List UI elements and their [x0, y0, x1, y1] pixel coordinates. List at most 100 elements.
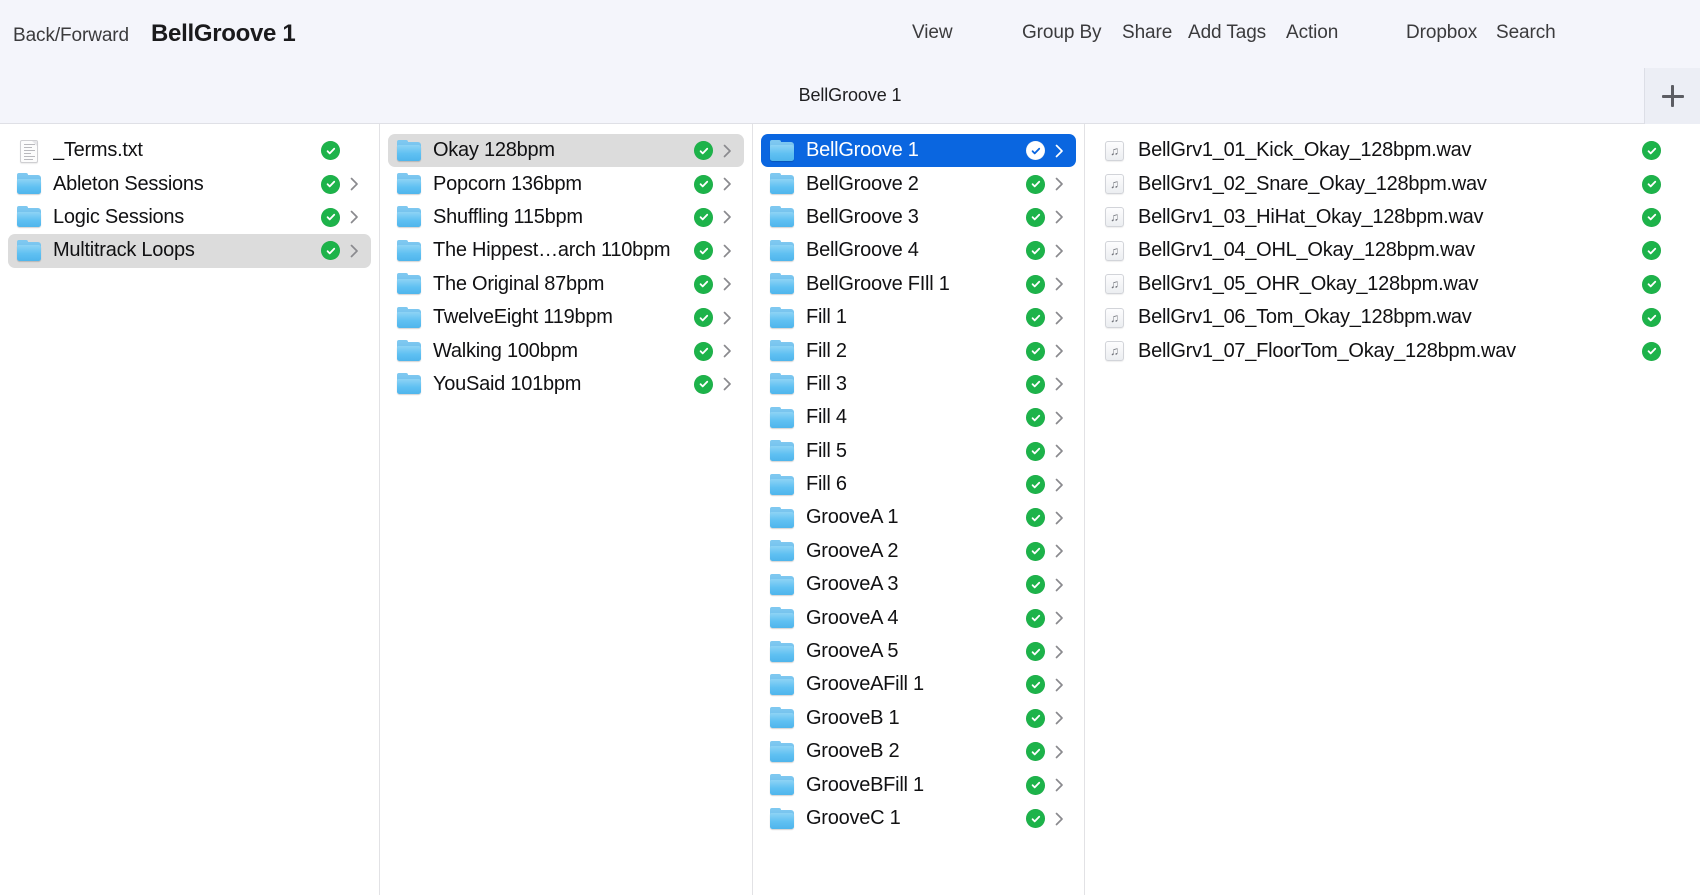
new-tab-button[interactable] — [1644, 68, 1700, 124]
toolbar-action-button[interactable]: Action — [1286, 22, 1338, 44]
chevron-right-icon[interactable] — [1051, 277, 1067, 291]
file-row[interactable]: Logic Sessions — [8, 201, 371, 234]
chevron-right-icon[interactable] — [1051, 544, 1067, 558]
dropbox-synced-check-icon — [1026, 742, 1045, 761]
file-row[interactable]: Fill 5 — [761, 435, 1076, 468]
dropbox-synced-check-icon — [1026, 675, 1045, 694]
file-row[interactable]: Walking 100bpm — [388, 334, 744, 367]
folder-icon — [769, 240, 795, 262]
toolbar-group-by-button[interactable]: Group By — [1022, 22, 1101, 44]
toolbar-add-tags-button[interactable]: Add Tags — [1188, 22, 1266, 44]
file-row[interactable]: GrooveBFill 1 — [761, 768, 1076, 801]
chevron-right-icon[interactable] — [719, 377, 735, 391]
file-row[interactable]: Fill 3 — [761, 368, 1076, 401]
chevron-right-icon[interactable] — [719, 244, 735, 258]
file-row[interactable]: The Original 87bpm — [388, 268, 744, 301]
chevron-right-icon[interactable] — [1051, 244, 1067, 258]
chevron-right-icon[interactable] — [719, 344, 735, 358]
file-row[interactable]: BellGroove FIll 1 — [761, 268, 1076, 301]
file-row[interactable]: GrooveA 4 — [761, 601, 1076, 634]
file-name-label: Fill 6 — [806, 473, 1020, 496]
chevron-right-icon[interactable] — [1051, 678, 1067, 692]
file-row[interactable]: ♫BellGrv1_02_Snare_Okay_128bpm.wav — [1093, 167, 1692, 200]
chevron-right-icon[interactable] — [1051, 377, 1067, 391]
file-row[interactable]: Okay 128bpm — [388, 134, 744, 167]
file-row[interactable]: Fill 6 — [761, 468, 1076, 501]
file-row[interactable]: ♫BellGrv1_01_Kick_Okay_128bpm.wav — [1093, 134, 1692, 167]
file-row[interactable]: Shuffling 115bpm — [388, 201, 744, 234]
toolbar-dropbox-button[interactable]: Dropbox — [1406, 22, 1477, 44]
chevron-right-icon[interactable] — [1051, 344, 1067, 358]
chevron-right-icon[interactable] — [1051, 444, 1067, 458]
toolbar-left-group: Back/Forward BellGroove 1 — [0, 20, 295, 48]
file-row[interactable]: Fill 4 — [761, 401, 1076, 434]
file-row[interactable]: ♫BellGrv1_06_Tom_Okay_128bpm.wav — [1093, 301, 1692, 334]
file-row[interactable]: Ableton Sessions — [8, 167, 371, 200]
file-row[interactable]: ♫BellGrv1_05_OHR_Okay_128bpm.wav — [1093, 268, 1692, 301]
chevron-right-icon[interactable] — [719, 210, 735, 224]
file-row[interactable]: GrooveA 2 — [761, 535, 1076, 568]
chevron-right-icon[interactable] — [1051, 812, 1067, 826]
file-row[interactable]: TwelveEight 119bpm — [388, 301, 744, 334]
file-row[interactable]: Fill 1 — [761, 301, 1076, 334]
file-row[interactable]: GrooveA 1 — [761, 501, 1076, 534]
file-name-label: BellGrv1_02_Snare_Okay_128bpm.wav — [1138, 173, 1636, 196]
chevron-right-icon[interactable] — [1051, 311, 1067, 325]
chevron-right-icon[interactable] — [719, 144, 735, 158]
file-name-label: GrooveA 3 — [806, 573, 1020, 596]
column-1: _Terms.txtAbleton SessionsLogic Sessions… — [0, 124, 380, 895]
file-row[interactable]: GrooveA 3 — [761, 568, 1076, 601]
tab-bellgroove-1[interactable]: BellGroove 1 — [799, 85, 902, 106]
file-row[interactable]: Popcorn 136bpm — [388, 167, 744, 200]
back-forward-button[interactable]: Back/Forward — [13, 25, 129, 47]
chevron-right-icon[interactable] — [1051, 745, 1067, 759]
chevron-right-icon[interactable] — [1051, 511, 1067, 525]
chevron-right-icon[interactable] — [1051, 210, 1067, 224]
chevron-right-icon[interactable] — [719, 311, 735, 325]
file-row[interactable]: GrooveB 2 — [761, 735, 1076, 768]
file-row[interactable]: Fill 2 — [761, 334, 1076, 367]
file-name-label: Popcorn 136bpm — [433, 173, 688, 196]
chevron-right-icon[interactable] — [1051, 411, 1067, 425]
toolbar-search-button[interactable]: Search — [1496, 22, 1556, 44]
chevron-right-icon[interactable] — [346, 210, 362, 224]
folder-icon — [769, 307, 795, 329]
file-row[interactable]: ♫BellGrv1_03_HiHat_Okay_128bpm.wav — [1093, 201, 1692, 234]
toolbar-share-button[interactable]: Share — [1122, 22, 1172, 44]
chevron-right-icon[interactable] — [1051, 711, 1067, 725]
file-row[interactable]: GrooveB 1 — [761, 702, 1076, 735]
chevron-right-icon[interactable] — [1051, 778, 1067, 792]
file-row[interactable]: GrooveAFill 1 — [761, 668, 1076, 701]
file-row[interactable]: ♫BellGrv1_04_OHL_Okay_128bpm.wav — [1093, 234, 1692, 267]
chevron-right-icon[interactable] — [1051, 144, 1067, 158]
folder-icon — [396, 206, 422, 228]
file-row[interactable]: GrooveC 1 — [761, 802, 1076, 835]
file-row[interactable]: BellGroove 1 — [761, 134, 1076, 167]
chevron-right-icon[interactable] — [1051, 478, 1067, 492]
chevron-right-icon[interactable] — [1051, 611, 1067, 625]
file-row[interactable]: _Terms.txt — [8, 134, 371, 167]
toolbar-view-button[interactable]: View — [912, 22, 952, 44]
chevron-right-icon[interactable] — [1051, 177, 1067, 191]
chevron-right-icon[interactable] — [1051, 645, 1067, 659]
file-row[interactable]: BellGroove 4 — [761, 234, 1076, 267]
dropbox-synced-check-icon — [1026, 575, 1045, 594]
dropbox-synced-check-icon — [1026, 175, 1045, 194]
file-row[interactable]: Multitrack Loops — [8, 234, 371, 267]
chevron-right-icon[interactable] — [346, 244, 362, 258]
file-name-label: BellGroove 2 — [806, 173, 1020, 196]
file-row[interactable]: YouSaid 101bpm — [388, 368, 744, 401]
file-name-label: BellGrv1_05_OHR_Okay_128bpm.wav — [1138, 273, 1636, 296]
folder-icon — [396, 173, 422, 195]
file-row[interactable]: BellGroove 3 — [761, 201, 1076, 234]
file-row[interactable]: The Hippest…arch 110bpm — [388, 234, 744, 267]
file-name-label: Multitrack Loops — [53, 239, 315, 262]
file-row[interactable]: BellGroove 2 — [761, 167, 1076, 200]
file-row[interactable]: GrooveA 5 — [761, 635, 1076, 668]
chevron-right-icon[interactable] — [346, 177, 362, 191]
file-row[interactable]: ♫BellGrv1_07_FloorTom_Okay_128bpm.wav — [1093, 334, 1692, 367]
file-name-label: GrooveB 1 — [806, 707, 1020, 730]
chevron-right-icon[interactable] — [719, 177, 735, 191]
chevron-right-icon[interactable] — [1051, 578, 1067, 592]
chevron-right-icon[interactable] — [719, 277, 735, 291]
